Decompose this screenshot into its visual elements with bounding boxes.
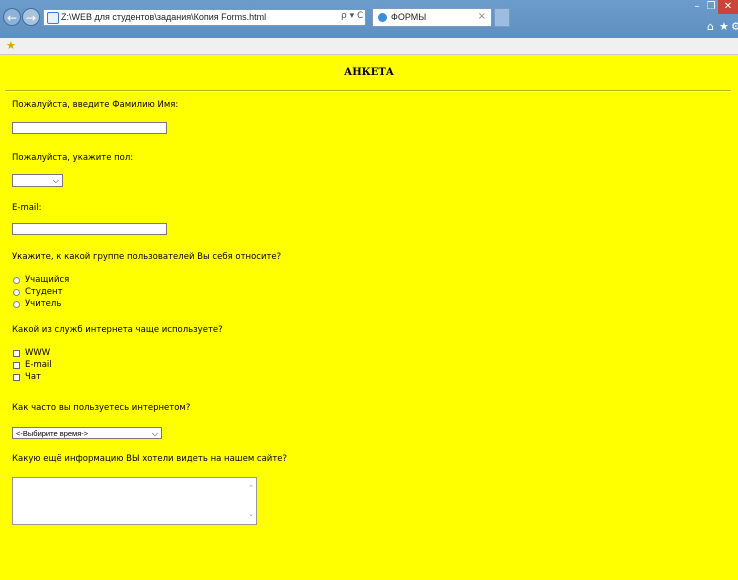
checkbox[interactable] xyxy=(13,374,20,381)
home-icon[interactable]: ⌂ xyxy=(707,20,714,33)
frequency-label: Как часто вы пользуетесь интернетом? xyxy=(12,403,191,413)
page-title: АНКЕТА xyxy=(344,67,394,78)
name-label: Пожалуйста, введите Фамилию Имя: xyxy=(12,100,179,110)
new-tab-button[interactable] xyxy=(494,8,510,27)
services-label: Какой из служб интернета чаще использует… xyxy=(12,325,223,335)
page-icon xyxy=(47,12,59,24)
frequency-selected-value: <-Выбирите время-> xyxy=(16,429,89,438)
scroll-down-icon[interactable]: ⌄ xyxy=(248,510,254,518)
frequency-select[interactable]: <-Выбирите время-> ⌵ xyxy=(12,427,162,439)
browser-chrome: ← → Z:\WEB для студентов\задания\Копия F… xyxy=(0,0,738,38)
ie-icon xyxy=(378,13,387,22)
chevron-down-icon: ⌵ xyxy=(52,176,59,185)
scroll-up-icon[interactable]: ⌃ xyxy=(248,484,254,492)
star-icon[interactable]: ★ xyxy=(719,20,729,33)
radio-button[interactable] xyxy=(13,301,20,308)
address-bar[interactable]: Z:\WEB для студентов\задания\Копия Forms… xyxy=(43,9,366,26)
forward-arrow-icon[interactable]: → xyxy=(22,8,40,26)
tab-forms[interactable]: ФОРМЫ × xyxy=(372,8,492,27)
maximize-icon[interactable]: ❐ xyxy=(704,0,718,14)
radio-label: Учащийся xyxy=(25,275,70,285)
gender-select[interactable]: ⌵ xyxy=(12,174,63,187)
checkbox[interactable] xyxy=(13,362,20,369)
group-label: Укажите, к какой группе пользователей Вы… xyxy=(12,252,282,262)
back-arrow-icon[interactable]: ← xyxy=(3,8,21,26)
name-input[interactable] xyxy=(12,122,167,134)
info-label: Какую ещё информацию ВЫ хотели видеть на… xyxy=(12,454,288,464)
minimize-icon[interactable]: – xyxy=(690,0,704,14)
checkbox-label: Чат xyxy=(25,372,41,382)
add-favorite-icon[interactable]: ★ xyxy=(6,39,16,52)
tab-title: ФОРМЫ xyxy=(391,12,427,22)
email-label: E-mail: xyxy=(12,203,42,213)
checkbox[interactable] xyxy=(13,350,20,357)
gear-icon[interactable]: ⚙ xyxy=(731,20,738,33)
address-text: Z:\WEB для студентов\задания\Копия Forms… xyxy=(61,12,267,22)
radio-button[interactable] xyxy=(13,289,20,296)
gender-label: Пожалуйста, укажите пол: xyxy=(12,153,134,163)
radio-button[interactable] xyxy=(13,277,20,284)
radio-label: Учитель xyxy=(25,299,62,309)
page-content: АНКЕТА Пожалуйста, введите Фамилию Имя: … xyxy=(0,55,738,580)
search-refresh-icon[interactable]: ρ ▾ C xyxy=(341,11,363,21)
chevron-down-icon: ⌵ xyxy=(151,429,158,438)
tab-close-icon[interactable]: × xyxy=(478,11,486,22)
checkbox-label: E-mail xyxy=(25,360,52,370)
checkbox-label: WWW xyxy=(25,348,51,358)
radio-label: Студент xyxy=(25,287,63,297)
favorites-bar: ★ xyxy=(0,38,738,55)
info-textarea[interactable]: ⌃ ⌄ xyxy=(12,477,257,525)
email-input[interactable] xyxy=(12,223,167,235)
close-icon[interactable]: ✕ xyxy=(718,0,738,14)
divider xyxy=(5,90,731,92)
